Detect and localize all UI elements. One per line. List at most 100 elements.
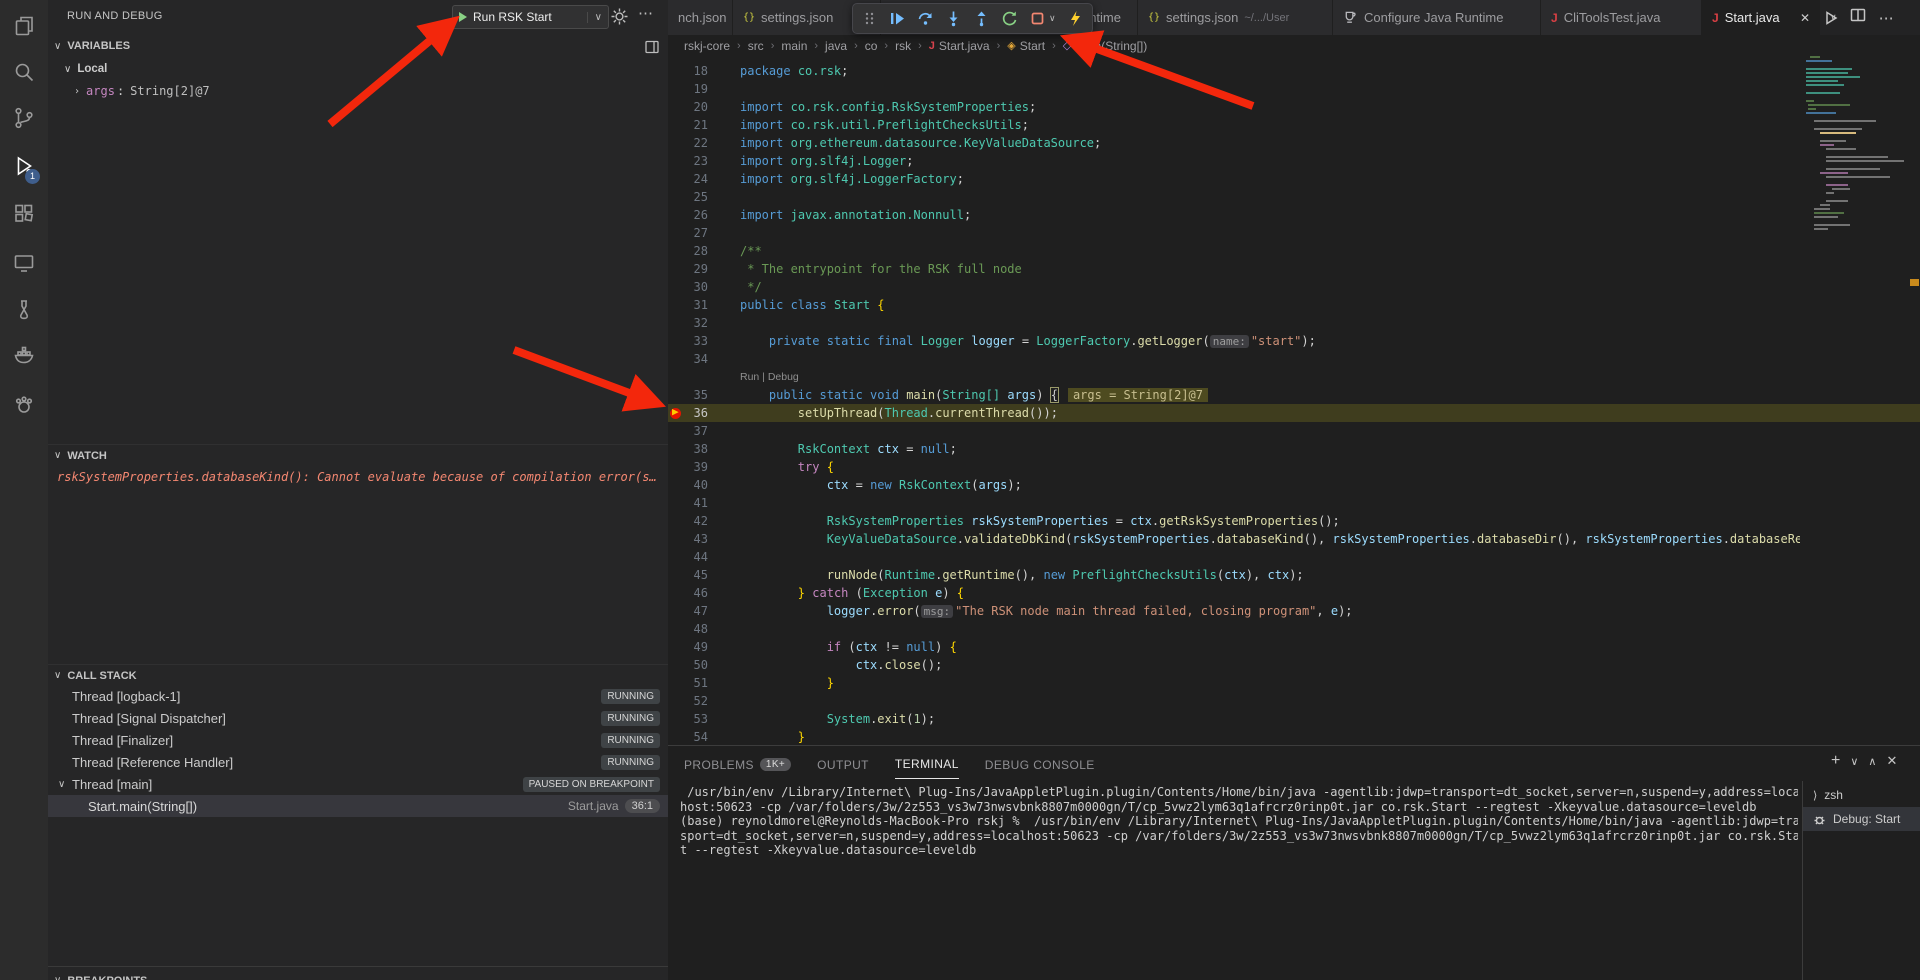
code-line-19[interactable]: 19 (668, 80, 1920, 98)
code-line-34[interactable]: 34 (668, 350, 1920, 368)
terminal-dropdown-chevron-icon[interactable]: ∨ (1850, 755, 1858, 768)
code-line-53[interactable]: 53 System.exit(1); (668, 710, 1920, 728)
code-line-30[interactable]: 30 */ (668, 278, 1920, 296)
code-line-41[interactable]: 41 (668, 494, 1920, 512)
code-line-23[interactable]: 23import org.slf4j.Logger; (668, 152, 1920, 170)
gutter[interactable] (668, 710, 686, 728)
gutter[interactable] (668, 206, 686, 224)
step-over-icon[interactable] (917, 10, 934, 27)
variable-row-args[interactable]: › args: String[2]@7 (48, 80, 668, 102)
gutter[interactable] (668, 62, 686, 80)
gutter[interactable] (668, 134, 686, 152)
code-line-27[interactable]: 27 (668, 224, 1920, 242)
panel-tab-debug-console[interactable]: DEBUG CONSOLE (985, 749, 1095, 779)
gutter[interactable] (668, 602, 686, 620)
step-into-icon[interactable] (945, 10, 962, 27)
gutter[interactable] (668, 332, 686, 350)
call-stack-thread-row[interactable]: Thread [Reference Handler]RUNNING (48, 751, 668, 773)
source-control-icon[interactable] (12, 106, 36, 130)
code-editor[interactable]: 18package co.rsk;1920import co.rsk.confi… (668, 56, 1920, 745)
call-stack-section-header[interactable]: ∨ CALL STACK (48, 664, 668, 686)
gutter[interactable] (668, 350, 686, 368)
breadcrumb-item[interactable]: rsk (895, 39, 911, 53)
code-line-21[interactable]: 21import co.rsk.util.PreflightChecksUtil… (668, 116, 1920, 134)
code-line-36[interactable]: ▶36 setUpThread(Thread.currentThread()); (668, 404, 1920, 422)
gutter[interactable] (668, 278, 686, 296)
tab-configure-java-runtime[interactable]: Configure Java Runtime (1333, 0, 1541, 35)
watch-expression[interactable]: rskSystemProperties.databaseKind(): Cann… (57, 466, 657, 488)
breadcrumb-item[interactable]: main (781, 39, 807, 53)
gutter[interactable] (668, 476, 686, 494)
minimap[interactable] (1800, 56, 1910, 745)
remote-explorer-icon[interactable] (12, 251, 36, 275)
new-terminal-icon[interactable]: + (1831, 752, 1840, 770)
code-line-46[interactable]: 46 } catch (Exception e) { (668, 584, 1920, 602)
panel-tab-terminal[interactable]: TERMINAL (895, 748, 959, 779)
continue-icon[interactable] (889, 10, 906, 27)
sidebar-more-actions-icon[interactable]: ⋯ (638, 4, 653, 22)
code-line-28[interactable]: 28/** (668, 242, 1920, 260)
test-beaker-icon[interactable] (12, 298, 36, 322)
call-stack-thread-row[interactable]: ∨Thread [main]PAUSED ON BREAKPOINT (48, 773, 668, 795)
stop-dropdown-chevron-icon[interactable]: ∨ (1049, 13, 1056, 24)
code-line-37[interactable]: 37 (668, 422, 1920, 440)
split-editor-icon[interactable] (1850, 7, 1866, 28)
maximize-panel-icon[interactable]: ∧ (1868, 755, 1876, 768)
search-icon[interactable] (12, 60, 36, 84)
code-line-20[interactable]: 20import co.rsk.config.RskSystemProperti… (668, 98, 1920, 116)
gutter[interactable] (668, 188, 686, 206)
variables-section-header[interactable]: ∨ VARIABLES (48, 35, 668, 57)
terminal-output[interactable]: /usr/bin/env /Library/Internet\ Plug-Ins… (680, 785, 1798, 858)
breadcrumb-item[interactable]: ◇main(String[]) (1063, 39, 1148, 53)
gutter[interactable] (668, 674, 686, 692)
terminal-instance-zsh[interactable]: ⟩zsh (1803, 783, 1920, 807)
stack-frame-row[interactable]: Start.main(String[]) Start.java 36:1 (48, 795, 668, 817)
gutter[interactable] (668, 386, 686, 404)
code-line-26[interactable]: 26import javax.annotation.Nonnull; (668, 206, 1920, 224)
code-line-51[interactable]: 51 } (668, 674, 1920, 692)
panel-tab-problems[interactable]: PROBLEMS1K+ (684, 749, 791, 779)
gutter[interactable] (668, 728, 686, 745)
tab-start-java[interactable]: JStart.java✕ (1702, 0, 1820, 35)
gutter[interactable] (668, 440, 686, 458)
code-line-39[interactable]: 39 try { (668, 458, 1920, 476)
close-icon[interactable]: ✕ (1800, 11, 1810, 25)
breadcrumb-item[interactable]: co (865, 39, 878, 53)
code-line-54[interactable]: 54 } (668, 728, 1920, 745)
code-line-43[interactable]: 43 KeyValueDataSource.validateDbKind(rsk… (668, 530, 1920, 548)
gutter[interactable] (668, 296, 686, 314)
gutter[interactable] (668, 80, 686, 98)
restart-icon[interactable] (1001, 10, 1018, 27)
code-line-31[interactable]: 31public class Start { (668, 296, 1920, 314)
breadcrumb-item[interactable]: rskj-core (684, 39, 730, 53)
gutter[interactable] (668, 548, 686, 566)
call-stack-thread-row[interactable]: Thread [logback-1]RUNNING (48, 685, 668, 707)
code-line-40[interactable]: 40 ctx = new RskContext(args); (668, 476, 1920, 494)
explorer-icon[interactable] (12, 14, 36, 38)
gutter[interactable] (668, 260, 686, 278)
gutter[interactable]: ▶ (668, 404, 686, 422)
close-panel-icon[interactable]: ✕ (1886, 753, 1897, 769)
code-line-24[interactable]: 24import org.slf4j.LoggerFactory; (668, 170, 1920, 188)
scope-local[interactable]: ∨ Local (48, 58, 668, 80)
breadcrumb-item[interactable]: JStart.java (929, 39, 990, 53)
run-java-button[interactable]: ∨ (1823, 10, 1837, 26)
step-out-icon[interactable] (973, 10, 990, 27)
gutter[interactable] (668, 314, 686, 332)
gutter[interactable] (668, 422, 686, 440)
code-line-42[interactable]: 42 RskSystemProperties rskSystemProperti… (668, 512, 1920, 530)
launch-config-dropdown[interactable]: Run RSK Start ∨ (452, 5, 609, 29)
codelens-run-debug[interactable]: Run | Debug (668, 368, 1920, 386)
code-line-47[interactable]: 47 logger.error(msg:"The RSK node main t… (668, 602, 1920, 620)
code-line-38[interactable]: 38 RskContext ctx = null; (668, 440, 1920, 458)
gutter[interactable] (668, 458, 686, 476)
call-stack-thread-row[interactable]: Thread [Finalizer]RUNNING (48, 729, 668, 751)
breadcrumb[interactable]: rskj-core›src›main›java›co›rsk›JStart.ja… (668, 35, 1920, 56)
code-line-50[interactable]: 50 ctx.close(); (668, 656, 1920, 674)
call-stack-thread-row[interactable]: Thread [Signal Dispatcher]RUNNING (48, 707, 668, 729)
breadcrumb-item[interactable]: ◈Start (1007, 39, 1045, 53)
code-line-52[interactable]: 52 (668, 692, 1920, 710)
gutter[interactable] (668, 116, 686, 134)
drag-handle-icon[interactable] (861, 10, 878, 27)
pet-extension-icon[interactable] (12, 392, 36, 416)
